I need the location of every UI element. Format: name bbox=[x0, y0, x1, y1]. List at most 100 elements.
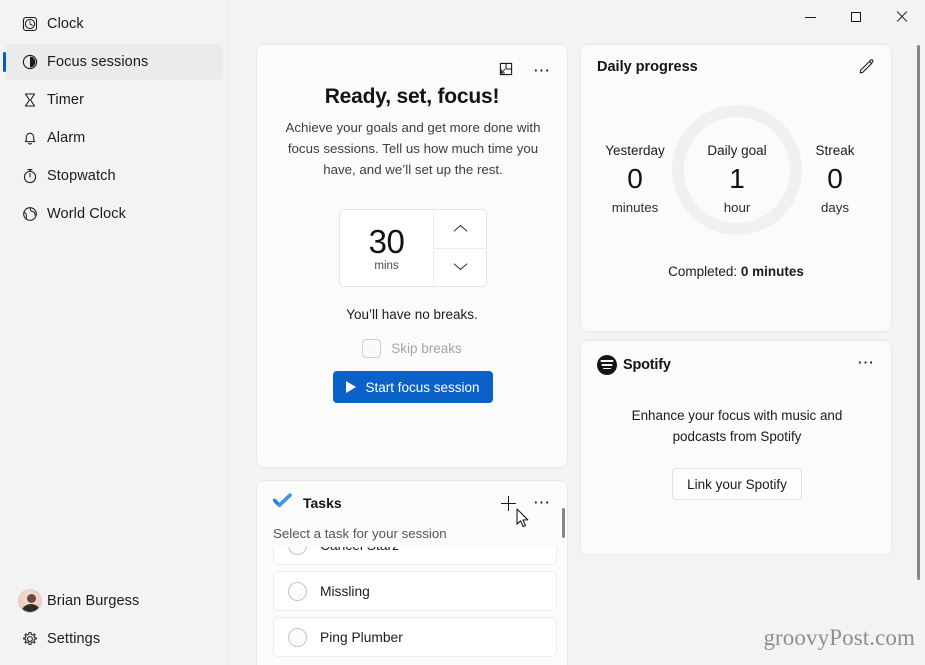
sidebar-item-focus-sessions[interactable]: Focus sessions bbox=[3, 44, 223, 80]
sidebar-item-account[interactable]: Brian Burgess bbox=[5, 583, 223, 619]
window-controls bbox=[787, 0, 925, 34]
sidebar-footer: Brian Burgess Settings bbox=[0, 581, 228, 659]
stat-value: 0 bbox=[627, 163, 643, 194]
mini-view-button[interactable] bbox=[491, 57, 521, 85]
plus-icon bbox=[500, 495, 516, 511]
stat-unit: minutes bbox=[611, 200, 659, 215]
daily-progress-card: Daily progress Yesterday 0 minutes Daily… bbox=[580, 44, 892, 332]
bell-icon bbox=[13, 129, 47, 147]
spotify-header: Spotify bbox=[597, 355, 671, 375]
selection-indicator bbox=[3, 52, 6, 72]
content-scrollbar-thumb[interactable] bbox=[917, 45, 920, 580]
focus-card-subtitle: Achieve your goals and get more done wit… bbox=[285, 120, 541, 177]
link-spotify-button[interactable]: Link your Spotify bbox=[672, 468, 802, 500]
list-item[interactable]: Cancel Starz bbox=[273, 547, 557, 565]
focus-more-options-button[interactable]: ⋯ bbox=[527, 57, 557, 85]
edit-daily-goal-button[interactable] bbox=[851, 55, 881, 83]
avatar bbox=[13, 589, 47, 613]
focus-session-card: ⋯ Ready, set, focus! Achieve your goals … bbox=[256, 44, 568, 468]
chevron-down-icon bbox=[453, 258, 468, 276]
tasks-subtitle: Select a task for your session bbox=[273, 526, 447, 541]
stat-value: 1 bbox=[729, 163, 745, 194]
list-item[interactable]: Ping Plumber bbox=[273, 617, 557, 657]
daily-progress-title: Daily progress bbox=[597, 59, 698, 75]
duration-value-box[interactable]: 30 mins bbox=[340, 210, 434, 286]
mini-view-icon bbox=[498, 61, 514, 82]
sidebar-item-settings[interactable]: Settings bbox=[5, 621, 223, 657]
start-focus-session-label: Start focus session bbox=[365, 379, 480, 395]
stopwatch-icon bbox=[13, 167, 47, 185]
focus-card-title: Ready, set, focus! bbox=[324, 85, 500, 108]
stat-streak: Streak 0 days bbox=[787, 143, 883, 215]
sidebar-item-stopwatch[interactable]: Stopwatch bbox=[5, 158, 223, 194]
spotify-icon bbox=[597, 355, 617, 375]
spotify-card: Spotify ⋯ Enhance your focus with music … bbox=[580, 340, 892, 555]
sidebar-item-label: Stopwatch bbox=[47, 168, 116, 184]
duration-increase-button[interactable] bbox=[434, 210, 486, 249]
chevron-up-icon bbox=[453, 220, 468, 238]
minimize-button[interactable] bbox=[787, 0, 833, 34]
completed-value: 0 minutes bbox=[740, 264, 804, 279]
skip-breaks-label: Skip breaks bbox=[391, 341, 462, 356]
task-list[interactable]: Cancel Starz Missling Ping Plumber bbox=[273, 547, 557, 665]
skip-breaks-checkbox[interactable] bbox=[362, 339, 382, 358]
sidebar-item-world-clock[interactable]: World Clock bbox=[5, 196, 223, 232]
watermark: groovyPost.com bbox=[763, 625, 915, 650]
globe-icon bbox=[13, 205, 47, 223]
maximize-button[interactable] bbox=[833, 0, 879, 34]
task-label: Cancel Starz bbox=[320, 547, 399, 553]
pencil-icon bbox=[858, 58, 875, 80]
close-button[interactable] bbox=[879, 0, 925, 34]
task-label: Ping Plumber bbox=[320, 629, 403, 645]
content-area: ⋯ Ready, set, focus! Achieve your goals … bbox=[228, 0, 925, 665]
spotify-more-options-button[interactable]: ⋯ bbox=[851, 349, 881, 377]
completed-label: Completed: bbox=[668, 264, 738, 279]
tasks-scrollbar-thumb[interactable] bbox=[562, 508, 565, 538]
stat-unit: hour bbox=[723, 200, 751, 215]
task-checkbox[interactable] bbox=[288, 547, 307, 555]
navigation-sidebar: Clock Focus sessions Timer Alarm Stopwat… bbox=[0, 0, 228, 665]
skip-breaks-row[interactable]: Skip breaks bbox=[257, 339, 567, 358]
play-icon bbox=[346, 381, 357, 393]
duration-decrease-button[interactable] bbox=[434, 249, 486, 287]
sidebar-item-label: Timer bbox=[47, 92, 85, 108]
start-focus-session-button[interactable]: Start focus session bbox=[333, 371, 493, 403]
sidebar-item-alarm[interactable]: Alarm bbox=[5, 120, 223, 156]
close-icon bbox=[896, 11, 908, 23]
duration-value: 30 bbox=[368, 223, 405, 260]
hourglass-icon bbox=[13, 91, 47, 109]
account-name-label: Brian Burgess bbox=[47, 593, 140, 609]
stat-yesterday: Yesterday 0 minutes bbox=[587, 143, 683, 215]
task-checkbox[interactable] bbox=[288, 581, 307, 601]
clock-app-window: Clock Focus sessions Timer Alarm Stopwat… bbox=[0, 0, 925, 665]
microsoft-todo-icon bbox=[272, 493, 292, 513]
duration-unit: mins bbox=[374, 260, 399, 272]
tasks-more-options-button[interactable]: ⋯ bbox=[527, 489, 557, 517]
stat-label: Yesterday bbox=[605, 143, 665, 158]
stepper-arrows bbox=[434, 210, 486, 286]
stat-unit: days bbox=[820, 200, 850, 215]
minimize-icon bbox=[804, 16, 816, 18]
tasks-card-title: Tasks bbox=[303, 495, 342, 511]
focus-card-actions: ⋯ bbox=[491, 57, 557, 85]
focus-icon bbox=[13, 53, 47, 71]
more-options-icon: ⋯ bbox=[533, 61, 551, 80]
completed-row: Completed: 0 minutes bbox=[581, 264, 891, 279]
gear-icon bbox=[13, 630, 47, 648]
sidebar-item-timer[interactable]: Timer bbox=[5, 82, 223, 118]
stat-label: Daily goal bbox=[707, 143, 767, 158]
duration-stepper[interactable]: 30 mins bbox=[339, 209, 487, 287]
more-options-icon: ⋯ bbox=[533, 493, 551, 512]
more-options-icon: ⋯ bbox=[857, 353, 875, 372]
mouse-cursor bbox=[516, 508, 531, 535]
spotify-copy: Enhance your focus with music and podcas… bbox=[631, 408, 843, 444]
task-checkbox[interactable] bbox=[288, 627, 307, 647]
stat-value: 0 bbox=[827, 163, 843, 194]
sidebar-item-label: Settings bbox=[47, 631, 101, 647]
stat-label: Streak bbox=[815, 143, 855, 158]
stat-daily-goal: Daily goal 1 hour bbox=[689, 143, 785, 215]
list-item[interactable]: Missling bbox=[273, 571, 557, 611]
maximize-icon bbox=[851, 12, 861, 22]
sidebar-item-label: Alarm bbox=[47, 130, 86, 146]
sidebar-item-label: World Clock bbox=[47, 206, 126, 222]
